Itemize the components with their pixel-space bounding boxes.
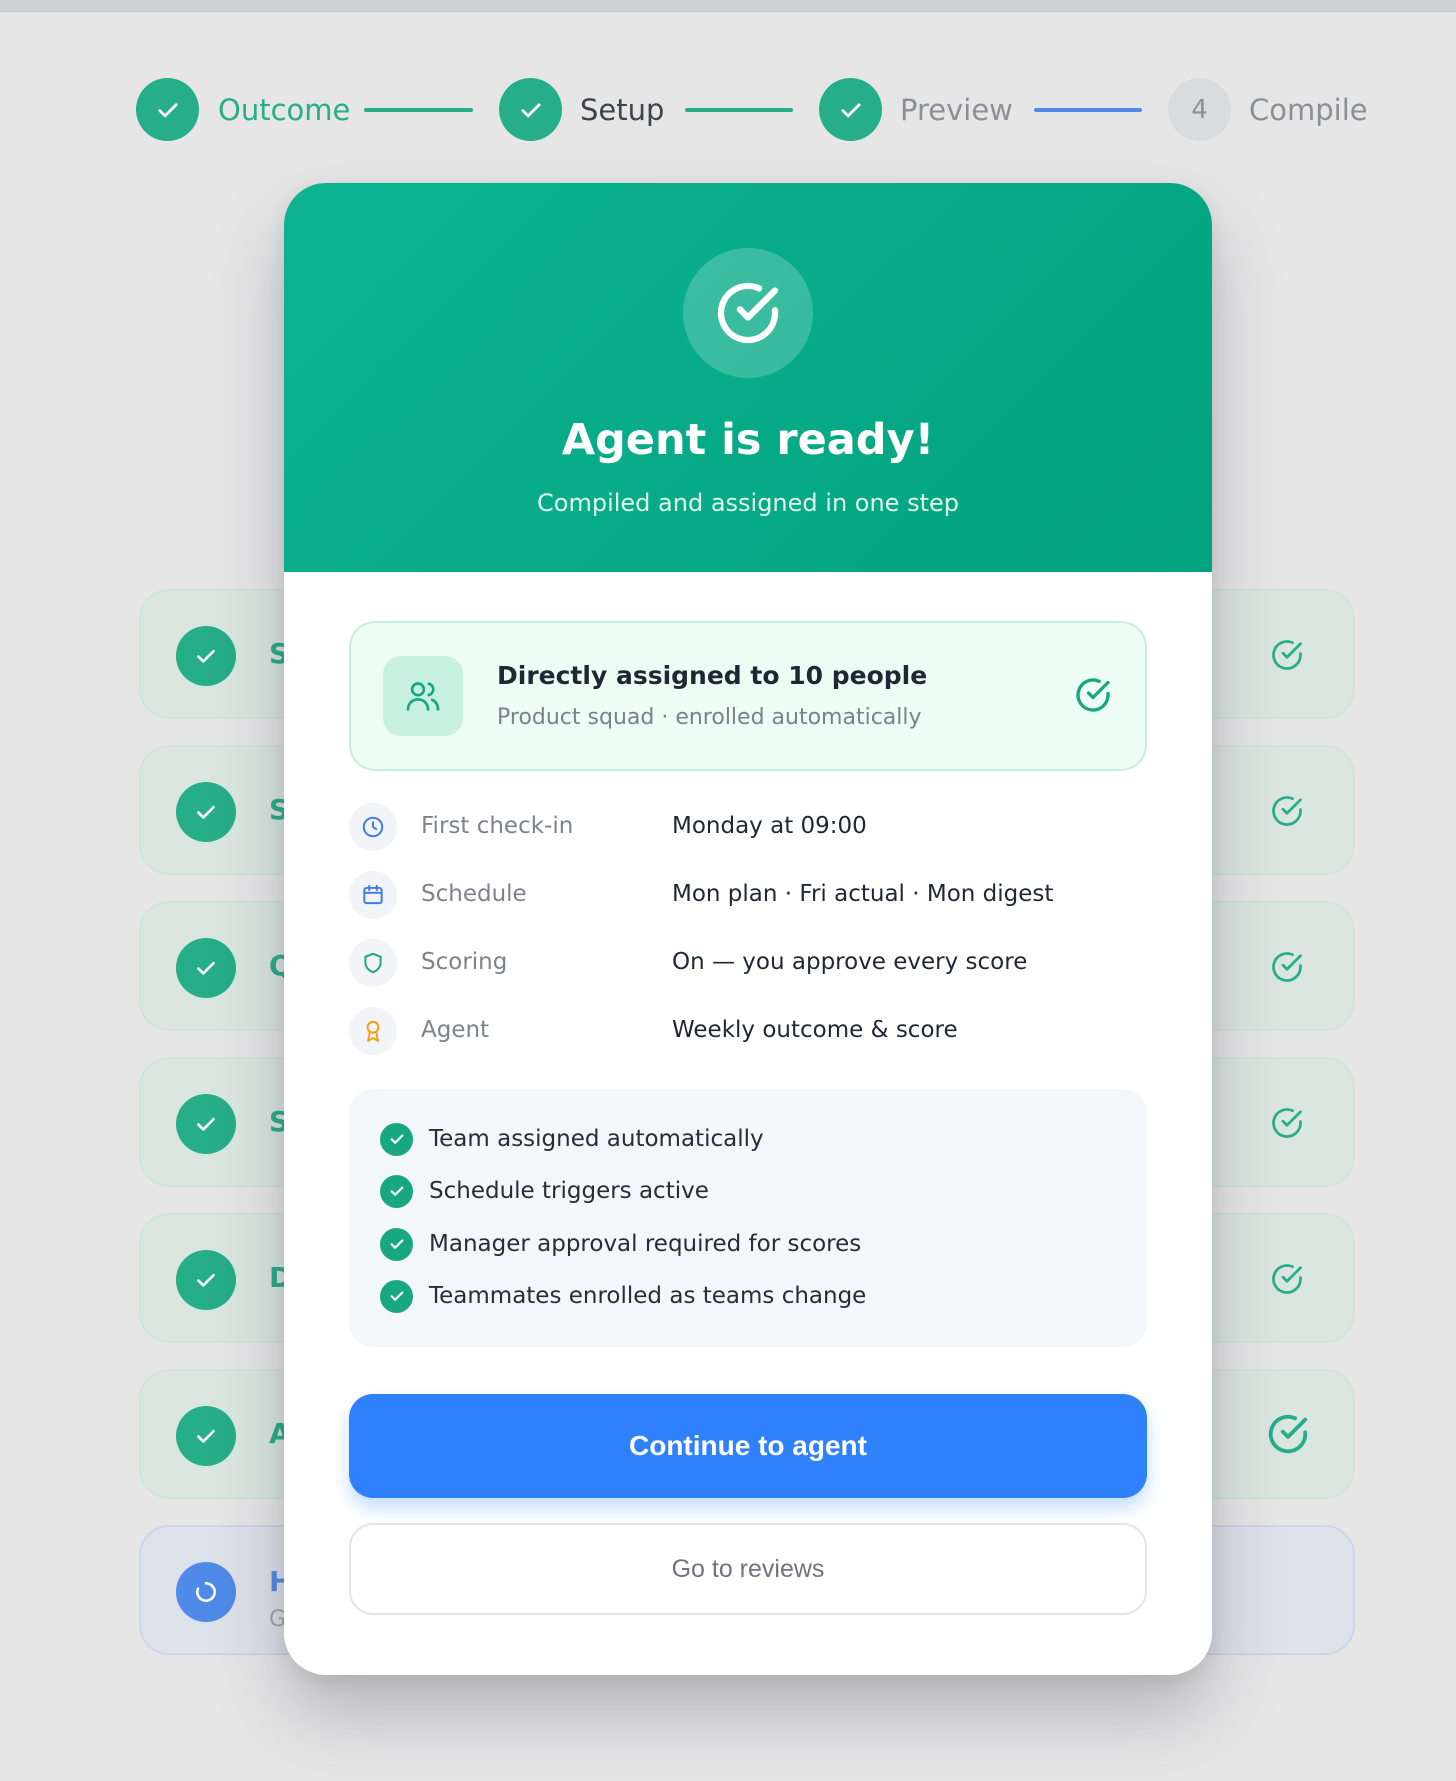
step-outcome-check-icon[interactable] [136,78,199,141]
step-preview-label[interactable]: Preview [900,92,1013,128]
modal-subtitle: Compiled and assigned in one step [537,489,959,517]
calendar-icon [349,871,397,919]
detail-row-scoring: Scoring On — you approve every score [349,939,1147,989]
checklist-item: Manager approval required for scores [380,1226,861,1262]
modal-header: Agent is ready! Compiled and assigned in… [284,183,1212,572]
users-icon [383,656,463,736]
checklist-text: Teammates enrolled as teams change [429,1283,867,1309]
detail-row-first-check-in: First check-in Monday at 09:00 [349,803,1147,853]
step-preview-check-icon[interactable] [819,78,882,141]
award-icon [349,1007,397,1055]
check-circle-icon [1269,1105,1305,1145]
detail-label: Scoring [421,949,508,975]
check-icon [176,1406,236,1466]
check-icon [380,1174,413,1208]
assignment-title: Directly assigned to 10 people [497,661,928,690]
checklist-item: Schedule triggers active [380,1173,709,1209]
checklist-item: Team assigned automatically [380,1121,764,1157]
loading-icon [176,1562,236,1622]
check-circle-icon [1073,675,1113,719]
check-icon [380,1122,413,1156]
success-modal: Agent is ready! Compiled and assigned in… [284,183,1212,1675]
detail-label: Schedule [421,881,527,907]
check-icon [176,782,236,842]
check-icon [380,1279,413,1313]
check-icon [176,938,236,998]
detail-value: On — you approve every score [672,949,1028,975]
check-icon [176,1250,236,1310]
check-icon [380,1227,413,1261]
shield-icon [349,939,397,987]
go-to-reviews-button[interactable]: Go to reviews [349,1523,1147,1615]
check-circle-icon [1269,637,1305,677]
step-connector [364,108,473,112]
check-icon [176,1094,236,1154]
modal-title: Agent is ready! [561,415,935,465]
assignment-card: Directly assigned to 10 people Product s… [349,621,1147,771]
detail-label: Agent [421,1017,490,1043]
check-circle-icon [1269,949,1305,989]
check-circle-icon [683,248,813,378]
checklist-text: Manager approval required for scores [429,1231,862,1257]
step-compile-label[interactable]: Compile [1249,92,1368,128]
step-outcome-label[interactable]: Outcome [218,92,350,128]
assignment-subtitle: Product squad · enrolled automatically [497,705,922,730]
step-connector [1034,108,1142,112]
step-setup-label[interactable]: Setup [580,92,664,128]
checklist-item: Teammates enrolled as teams change [380,1278,866,1314]
progress-stepper: Outcome Setup Preview 4 Compile [0,0,1456,200]
detail-value: Mon plan · Fri actual · Mon digest [672,881,1054,907]
step-setup-check-icon[interactable] [499,78,562,141]
step-connector [685,108,793,112]
checklist-text: Schedule triggers active [429,1178,709,1204]
detail-row-agent: Agent Weekly outcome & score [349,1007,1147,1057]
detail-value: Monday at 09:00 [672,813,867,839]
check-circle-icon [1265,1411,1311,1461]
detail-label: First check-in [421,813,574,839]
step-compile-number[interactable]: 4 [1168,78,1231,141]
check-circle-icon [1269,793,1305,833]
checklist-text: Team assigned automatically [429,1126,764,1152]
check-circle-icon [1269,1261,1305,1301]
continue-to-agent-button[interactable]: Continue to agent [349,1394,1147,1498]
clock-icon [349,803,397,851]
detail-value: Weekly outcome & score [672,1017,958,1043]
check-icon [176,626,236,686]
readiness-checklist: Team assigned automatically Schedule tri… [349,1089,1147,1347]
detail-row-schedule: Schedule Mon plan · Fri actual · Mon dig… [349,871,1147,921]
